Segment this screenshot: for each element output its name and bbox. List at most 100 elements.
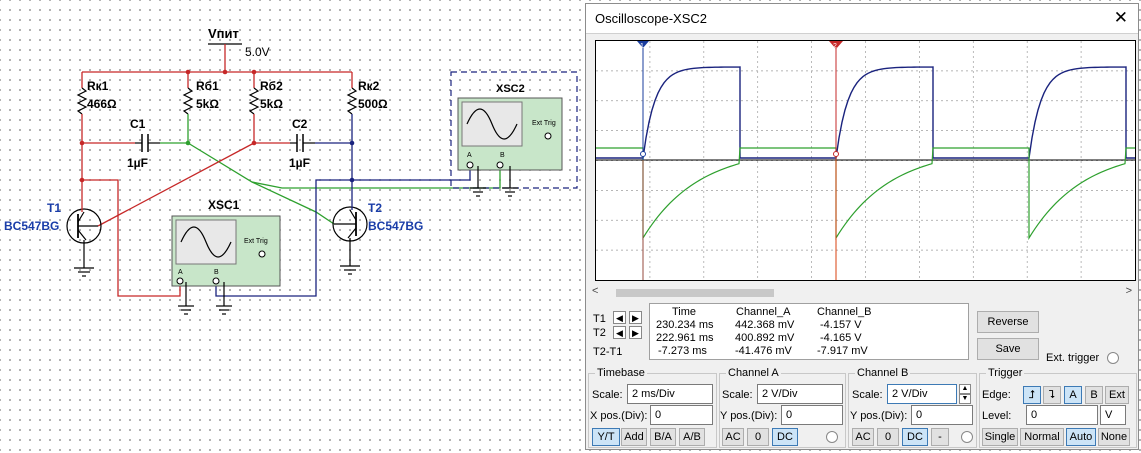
header-channel-b: Channel_B: [817, 306, 872, 318]
scroll-left-icon[interactable]: <: [592, 285, 598, 297]
t2-channel-a: 400.892 mV: [735, 332, 795, 344]
channel-a-scale-field[interactable]: 2 V/Div: [757, 384, 843, 404]
trigger-title: Trigger: [986, 367, 1025, 379]
t1-channel-a: 442.368 mV: [735, 319, 795, 331]
horizontal-scrollbar[interactable]: < >: [590, 285, 1136, 300]
rk2-resistor[interactable]: [346, 87, 358, 115]
channel-a-title: Channel A: [726, 367, 781, 379]
ext-trigger-terminal[interactable]: [1107, 352, 1119, 364]
title-bar: Oscilloscope-XSC2 ✕: [586, 4, 1138, 34]
t2-name: T2: [368, 201, 382, 215]
cursor-readout-table: Time Channel_A Channel_B 230.234 ms 442.…: [649, 303, 969, 360]
t1-channel-b: -4.157 V: [820, 319, 862, 331]
ext-trigger-label: Ext. trigger: [1046, 352, 1100, 364]
t2-left-arrow-icon[interactable]: ◀: [613, 326, 626, 339]
xsc2-name: XSC2: [496, 83, 525, 95]
channel-b-scale-label: Scale:: [852, 389, 883, 401]
t1-right-arrow-icon[interactable]: ▶: [629, 311, 642, 324]
channel-a-zero-button[interactable]: 0: [747, 428, 769, 446]
c1-value: 1µF: [127, 156, 148, 170]
c1-name: C1: [130, 117, 146, 131]
trigger-level-label: Level:: [982, 410, 1012, 422]
trigger-normal-button[interactable]: Normal: [1020, 428, 1064, 446]
trigger-edge-label: Edge:: [982, 389, 1011, 401]
t1-label: T1: [593, 313, 606, 325]
trigger-source-ext-button[interactable]: Ext: [1105, 386, 1129, 404]
scope-display[interactable]: 1 2: [595, 40, 1136, 281]
rb2-value: 5kΩ: [260, 97, 283, 111]
delta-channel-a: -41.476 mV: [735, 345, 792, 357]
c1-capacitor[interactable]: [135, 134, 160, 152]
circuit-schematic: Vпит 5.0V Rк1 466Ω Rб1 5kΩ Rб2 5kΩ Rк2 5…: [4, 26, 578, 315]
x-position-field[interactable]: 0: [650, 405, 713, 425]
mode-yt-button[interactable]: Y/T: [592, 428, 620, 446]
header-time: Time: [672, 306, 697, 318]
timebase-scale-label: Scale:: [592, 389, 623, 401]
reverse-button[interactable]: Reverse: [977, 311, 1039, 333]
channel-b-terminal[interactable]: [961, 431, 973, 443]
scroll-right-icon[interactable]: >: [1126, 285, 1132, 297]
svg-text:1: 1: [640, 43, 644, 50]
delta-channel-b: -7.917 mV: [817, 345, 868, 357]
channel-b-dc-button[interactable]: DC: [902, 428, 928, 446]
trigger-level-field[interactable]: 0: [1026, 405, 1098, 425]
t1-time: 230.234 ms: [656, 319, 714, 331]
c2-value: 1µF: [289, 156, 310, 170]
rk1-value: 466Ω: [87, 97, 117, 111]
trigger-level-unit[interactable]: V: [1100, 405, 1126, 425]
rk1-name: Rк1: [87, 79, 109, 93]
channel-b-ypos-label: Y pos.(Div):: [850, 410, 908, 422]
timebase-scale-field[interactable]: 2 ms/Div: [627, 384, 713, 404]
channel-b-ac-button[interactable]: AC: [852, 428, 874, 446]
rk2-value: 500Ω: [358, 97, 388, 111]
channel-a-terminal[interactable]: [826, 431, 838, 443]
channel-b-ypos-field[interactable]: 0: [911, 405, 973, 425]
trigger-source-b-button[interactable]: B: [1085, 386, 1103, 404]
trigger-single-button[interactable]: Single: [982, 428, 1018, 446]
mode-ba-button[interactable]: B/A: [650, 428, 676, 446]
xsc1-oscilloscope[interactable]: Ext Trig A B: [171, 215, 281, 287]
timebase-title: Timebase: [595, 367, 647, 379]
channel-a-ac-button[interactable]: AC: [722, 428, 744, 446]
channel-b-zero-button[interactable]: 0: [877, 428, 899, 446]
trigger-none-button[interactable]: None: [1098, 428, 1130, 446]
window-title: Oscilloscope-XSC2: [595, 11, 707, 26]
t1-name: T1: [47, 201, 61, 215]
xsc2-oscilloscope[interactable]: Ext Trig A B: [457, 97, 563, 171]
c2-capacitor[interactable]: [290, 134, 315, 152]
t2-transistor[interactable]: [332, 206, 368, 242]
channel-b-invert-button[interactable]: -: [931, 428, 949, 446]
rb1-name: Rб1: [196, 79, 219, 93]
channel-b-scale-field[interactable]: 2 V/Div: [887, 384, 957, 404]
trigger-auto-button[interactable]: Auto: [1066, 428, 1096, 446]
save-button[interactable]: Save: [977, 338, 1039, 360]
trigger-source-a-button[interactable]: A: [1064, 386, 1082, 404]
oscilloscope-window: Oscilloscope-XSC2 ✕ 1 2 < > T1 ◀ ▶ T2 ◀ …: [585, 3, 1139, 450]
mode-ab-button[interactable]: A/B: [679, 428, 705, 446]
channel-a-ypos-label: Y pos.(Div):: [720, 410, 778, 422]
xsc2-channel-a: A: [467, 152, 472, 159]
rising-edge-icon[interactable]: ⮥: [1023, 386, 1041, 404]
rk1-resistor[interactable]: [76, 87, 88, 115]
channel-a-dc-button[interactable]: DC: [772, 428, 798, 446]
mode-add-button[interactable]: Add: [621, 428, 647, 446]
rb2-name: Rб2: [260, 79, 283, 93]
t2-label: T2: [593, 327, 606, 339]
xsc1-channel-b: B: [214, 269, 219, 276]
t2-right-arrow-icon[interactable]: ▶: [629, 326, 642, 339]
rb2-resistor[interactable]: [248, 87, 260, 115]
rb1-value: 5kΩ: [196, 97, 219, 111]
t1-transistor[interactable]: [66, 208, 102, 244]
channel-b-scale-down-icon[interactable]: ▼: [959, 394, 971, 404]
channel-a-ypos-field[interactable]: 0: [781, 405, 843, 425]
t1-left-arrow-icon[interactable]: ◀: [613, 311, 626, 324]
xsc1-name: XSC1: [208, 198, 240, 212]
header-channel-a: Channel_A: [736, 306, 791, 318]
svg-text:2: 2: [833, 43, 837, 50]
t1-model: BC547BG: [4, 219, 59, 233]
scroll-thumb[interactable]: [616, 289, 774, 297]
close-icon[interactable]: ✕: [1114, 8, 1128, 28]
rb1-resistor[interactable]: [182, 87, 194, 115]
falling-edge-icon[interactable]: ⮧: [1043, 386, 1061, 404]
channel-b-scale-up-icon[interactable]: ▲: [959, 384, 971, 394]
